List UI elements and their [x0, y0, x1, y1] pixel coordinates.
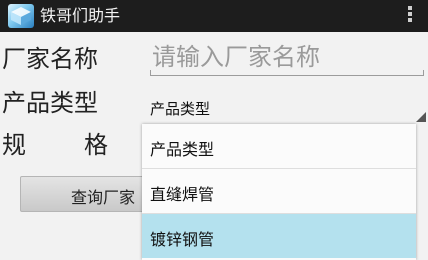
manufacturer-input-container[interactable]	[148, 40, 426, 80]
spec-label-char1: 规	[2, 131, 26, 159]
product-type-label: 产品类型	[2, 89, 98, 117]
spec-label-char2: 格	[84, 131, 108, 159]
query-button-label: 查询厂家	[71, 188, 136, 207]
dropdown-item-highlighted[interactable]: 镀锌钢管	[142, 214, 416, 258]
dropdown-item[interactable]: 直缝焊管	[142, 169, 416, 213]
overflow-menu-icon[interactable]	[406, 6, 414, 26]
dropdown-item[interactable]: 产品类型	[142, 124, 416, 168]
dropdown-item-label: 直缝焊管	[150, 185, 215, 204]
app-launcher-icon[interactable]	[8, 4, 34, 28]
product-type-spinner[interactable]: 产品类型	[146, 94, 426, 122]
app-title: 铁哥们助手	[40, 6, 121, 25]
spinner-selected-value: 产品类型	[150, 100, 211, 118]
product-type-dropdown: 产品类型 直缝焊管 镀锌钢管	[142, 124, 416, 260]
manufacturer-input[interactable]	[152, 42, 422, 72]
action-bar: 铁哥们助手	[0, 0, 428, 32]
dropdown-item-label: 镀锌钢管	[150, 230, 215, 249]
manufacturer-label: 厂家名称	[2, 45, 98, 73]
spinner-arrow-icon	[416, 112, 426, 122]
input-underline	[150, 70, 424, 76]
dropdown-item-label: 产品类型	[150, 140, 215, 159]
query-manufacturer-button[interactable]: 查询厂家	[20, 176, 162, 212]
